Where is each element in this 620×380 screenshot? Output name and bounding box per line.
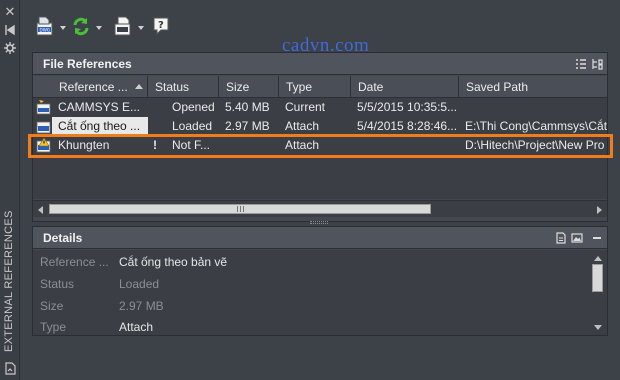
cell-reference-name: Cắt ống theo ... [52,117,148,136]
detail-label: Type [40,320,67,334]
table-row[interactable]: Khungten ! Not F... Attach D:\Hitech\Pro… [33,136,607,155]
chevron-down-icon[interactable] [96,26,102,30]
cell-saved-path: E:\Thi Cong\Cammsys\Cắt [465,119,607,133]
preview-icon[interactable] [571,232,583,244]
column-header-size[interactable]: Size [219,76,279,98]
change-path-button[interactable] [112,14,144,44]
detail-value-status: Loaded [119,277,160,291]
cell-type: Attach [285,138,320,152]
column-header-date[interactable]: Date [351,76,459,98]
chevron-down-icon[interactable] [60,26,66,30]
panel-title: File References [43,57,132,71]
panel-title: Details [43,231,83,245]
current-drawing-icon [36,100,51,115]
column-header-status[interactable]: Status [148,76,219,98]
scrollbar-thumb[interactable] [49,204,431,214]
cell-saved-path: D:\Hitech\Project\New Pro [465,138,605,152]
collapse-icon[interactable] [591,232,603,244]
details-body: Reference ... Cắt ống theo bản vẽ Status… [33,250,607,335]
details-panel: Details Reference ... Cắt ống theo bản v… [32,226,608,336]
detail-value-type[interactable]: Attach [119,320,153,334]
scroll-left-icon[interactable] [38,206,43,214]
cell-type: Current [285,100,326,114]
cell-date: 5/4/2015 8:28:46... [357,119,458,133]
cell-date: 5/5/2015 10:35:5... [357,100,458,114]
help-button[interactable]: ? [152,14,174,44]
column-header-saved-path[interactable]: Saved Path [459,76,607,98]
autohide-icon[interactable] [3,24,17,38]
palette-side-bar: ✕ EXTERNAL REFERENCES [0,0,20,380]
detail-value-size: 2.97 MB [119,299,164,313]
scrollbar-thumb[interactable] [592,264,603,292]
table-row[interactable]: CAMMSYS E... Opened 5.40 MB Current 5/5/… [33,98,607,117]
refresh-button[interactable] [70,14,102,44]
scroll-down-icon[interactable] [594,325,602,330]
detail-label: Size [40,299,64,313]
change-path-icon [114,16,131,36]
column-header-reference[interactable]: Reference ... [52,76,148,98]
grip-icon [237,206,244,212]
file-references-header: File References [33,53,607,75]
chevron-down-icon[interactable] [138,26,144,30]
cell-size: 2.97 MB [225,119,270,133]
help-icon: ? [153,17,169,36]
cell-status: Not F... [172,138,211,152]
cell-reference-name: CAMMSYS E... [58,100,141,114]
details-header: Details [33,227,607,249]
scroll-right-icon[interactable] [597,206,602,214]
list-view-icon[interactable] [575,58,587,70]
detail-label: Status [40,277,75,291]
attach-dwg-button[interactable]: DWG [34,14,66,44]
cell-size: 5.40 MB [225,100,270,114]
column-header-type[interactable]: Type [279,76,351,98]
cell-status: Loaded [172,119,213,133]
sort-ascending-icon [135,84,143,89]
cell-size [219,136,279,155]
vertical-scrollbar[interactable] [591,254,605,332]
horizontal-scrollbar[interactable] [33,200,607,217]
tree-view-icon[interactable] [591,58,603,70]
table-row[interactable]: Cắt ống theo ... Loaded 2.97 MB Attach 5… [33,117,607,136]
attach-dwg-icon[interactable] [3,362,17,376]
cell-type: Attach [285,119,320,133]
dwg-file-icon [36,121,51,134]
detail-label: Reference ... [40,255,109,269]
palette-title: EXTERNAL REFERENCES [3,210,15,352]
detail-value-reference[interactable]: Cắt ống theo bản vẽ [119,255,227,269]
panel-splitter[interactable] [310,221,328,224]
attach-dwg-icon: DWG [36,16,53,36]
cell-status: Opened [172,100,215,114]
refresh-icon [73,17,89,36]
grid-header: Reference ... Status Size Type Date Save… [33,76,607,98]
svg-text:DWG: DWG [40,27,51,32]
cell-saved-path [459,98,607,117]
properties-icon[interactable] [3,42,17,56]
details-view-icon[interactable] [555,232,567,244]
warning-flag-icon: ! [153,138,157,152]
file-references-panel: File References Reference ... Status Siz… [32,52,608,222]
svg-text:?: ? [158,20,164,31]
close-icon[interactable]: ✕ [3,5,17,19]
dwg-warning-icon [36,138,51,153]
scroll-up-icon[interactable] [594,256,602,261]
cell-reference-name: Khungten [58,138,110,152]
cell-date [351,136,459,155]
references-grid: Reference ... Status Size Type Date Save… [33,76,607,199]
